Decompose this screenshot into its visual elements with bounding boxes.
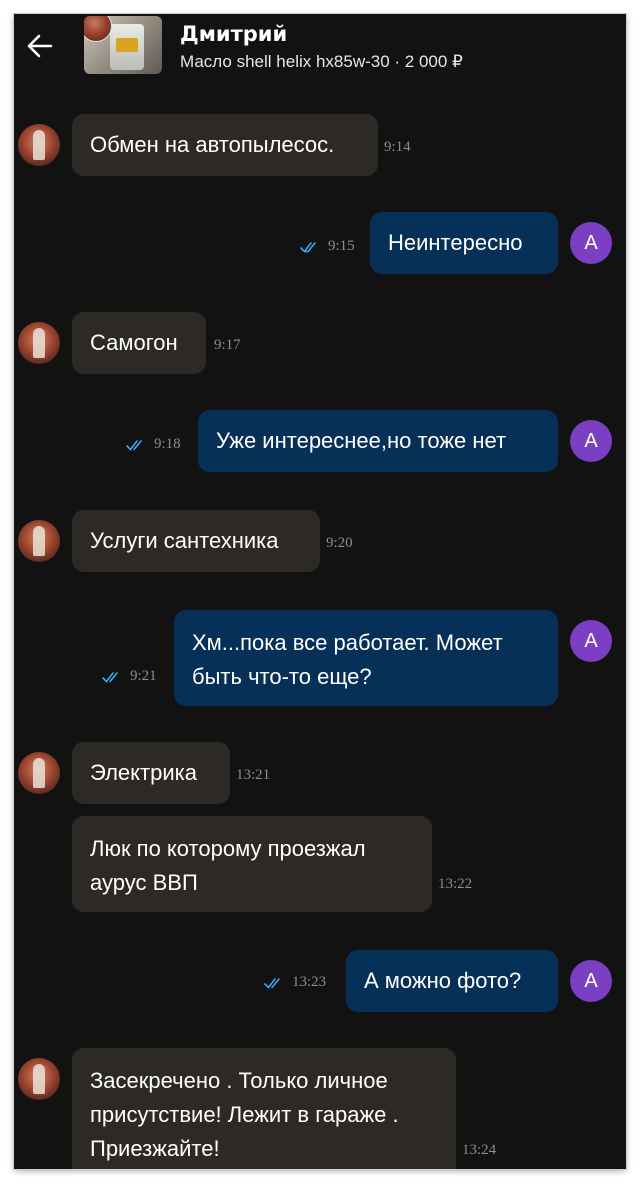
contact-avatar[interactable] (18, 520, 60, 562)
double-check-icon (102, 671, 118, 683)
message-bubble-outgoing[interactable]: Неинтересно (370, 212, 558, 274)
user-avatar[interactable]: А (570, 420, 612, 462)
user-avatar[interactable]: А (570, 222, 612, 264)
arrow-left-icon (27, 34, 53, 58)
message-text: Услуги сантехника (90, 528, 279, 553)
message-time: 13:24 (462, 1142, 497, 1158)
message-bubble-outgoing[interactable]: Хм...пока все работает. Может быть что-т… (174, 610, 558, 706)
back-button[interactable] (20, 26, 60, 66)
message-status: 9:15 (300, 238, 355, 255)
message-text: Самогон (90, 330, 178, 355)
message-status: 9:18 (126, 436, 181, 453)
message-bubble-incoming[interactable]: Электрика (72, 742, 230, 804)
message-time: 9:21 (130, 668, 157, 684)
message-bubble-outgoing[interactable]: А можно фото? (346, 950, 558, 1012)
chat-header: Дмитрий Масло shell helix hx85w-30 · 2 0… (14, 14, 626, 92)
contact-name[interactable]: Дмитрий (180, 22, 287, 46)
message-bubble-incoming[interactable]: Обмен на автопылесос. (72, 114, 378, 176)
oil-can-image (110, 24, 144, 70)
user-avatar[interactable]: А (570, 960, 612, 1002)
message-text: Хм...пока все работает. Может быть что-т… (192, 630, 503, 689)
message-time: 13:21 (236, 767, 271, 783)
contact-avatar[interactable] (18, 752, 60, 794)
message-text: Электрика (90, 760, 197, 785)
message-bubble-incoming[interactable]: Самогон (72, 312, 206, 374)
user-avatar[interactable]: А (570, 620, 612, 662)
chat-screen: Дмитрий Масло shell helix hx85w-30 · 2 0… (14, 14, 626, 1169)
message-text: Люк по которому проезжал аурус ВВП (90, 836, 366, 895)
message-text: Засекречено . Только личное присутствие!… (90, 1068, 399, 1161)
ad-title[interactable]: Масло shell helix hx85w-30 · 2 000 ₽ (180, 52, 463, 72)
message-bubble-incoming[interactable]: Люк по которому проезжал аурус ВВП (72, 816, 432, 912)
message-time: 9:20 (326, 535, 353, 551)
message-time: 9:14 (384, 139, 411, 155)
double-check-icon (126, 439, 142, 451)
message-bubble-incoming[interactable]: Услуги сантехника (72, 510, 320, 572)
message-time: 9:18 (154, 436, 181, 452)
message-time: 9:15 (328, 238, 355, 254)
double-check-icon (300, 241, 316, 253)
message-bubble-outgoing[interactable]: Уже интереснее,но тоже нет (198, 410, 558, 472)
message-time: 13:22 (438, 876, 473, 892)
message-bubble-incoming[interactable]: Засекречено . Только личное присутствие!… (72, 1048, 456, 1169)
message-status: 9:21 (102, 668, 157, 685)
contact-avatar[interactable] (18, 124, 60, 166)
contact-avatar-small (84, 16, 112, 42)
message-text: Неинтересно (388, 230, 523, 255)
contact-avatar[interactable] (18, 1058, 60, 1100)
message-text: Уже интереснее,но тоже нет (216, 428, 507, 453)
message-time: 13:23 (292, 974, 327, 990)
message-text: А можно фото? (364, 968, 522, 993)
message-status: 13:23 (264, 974, 326, 991)
ad-thumbnail[interactable] (84, 16, 162, 74)
message-text: Обмен на автопылесос. (90, 132, 335, 157)
contact-avatar[interactable] (18, 322, 60, 364)
double-check-icon (264, 977, 280, 989)
message-time: 9:17 (214, 337, 241, 353)
